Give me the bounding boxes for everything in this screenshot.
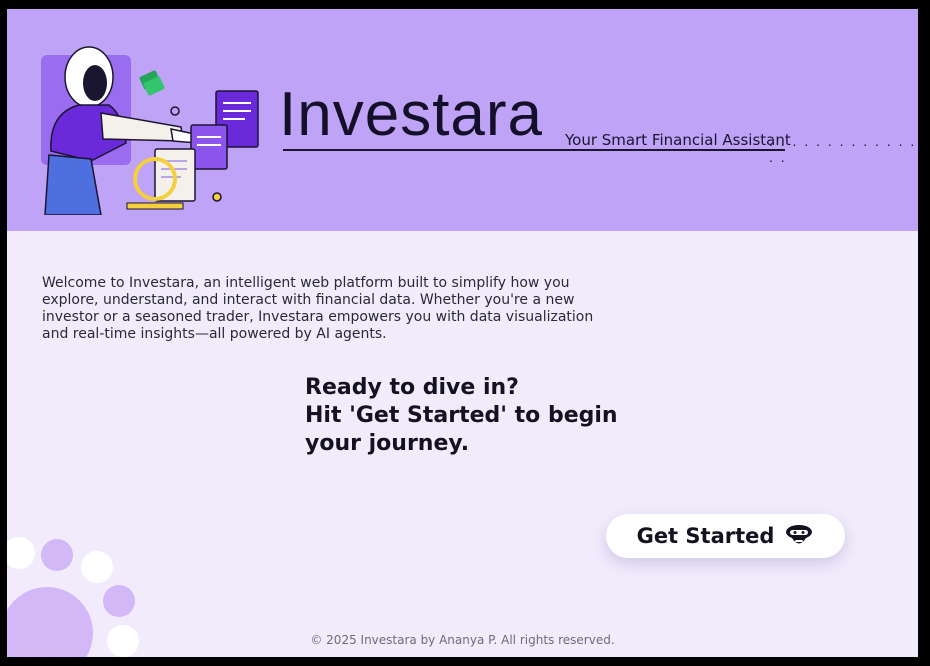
investor-illustration — [41, 46, 259, 215]
title-underline — [283, 149, 785, 151]
robot-icon — [786, 525, 813, 544]
cta-heading: Ready to dive in? Hit 'Get Started' to b… — [305, 374, 635, 458]
hero-banner: Investara Your Smart Financial Assistant… — [7, 9, 918, 231]
brand-tagline: Your Smart Financial Assistant — [565, 131, 791, 149]
cta-line-3: your journey. — [305, 431, 470, 456]
get-started-button[interactable]: Get Started — [606, 514, 845, 558]
cta-line-1: Ready to dive in? — [305, 375, 519, 400]
footer-copyright: © 2025 Investara by Ananya P. All rights… — [310, 633, 615, 647]
tagline-dots: . . . . . . . . . . . . . . . — [769, 133, 917, 165]
intro-paragraph: Welcome to Investara, an intelligent web… — [42, 275, 594, 342]
brand-title: Investara — [279, 80, 544, 149]
get-started-label: Get Started — [636, 524, 775, 548]
page-frame: Investara Your Smart Financial Assistant… — [7, 9, 918, 657]
cta-line-2: Hit 'Get Started' to begin — [305, 403, 618, 428]
